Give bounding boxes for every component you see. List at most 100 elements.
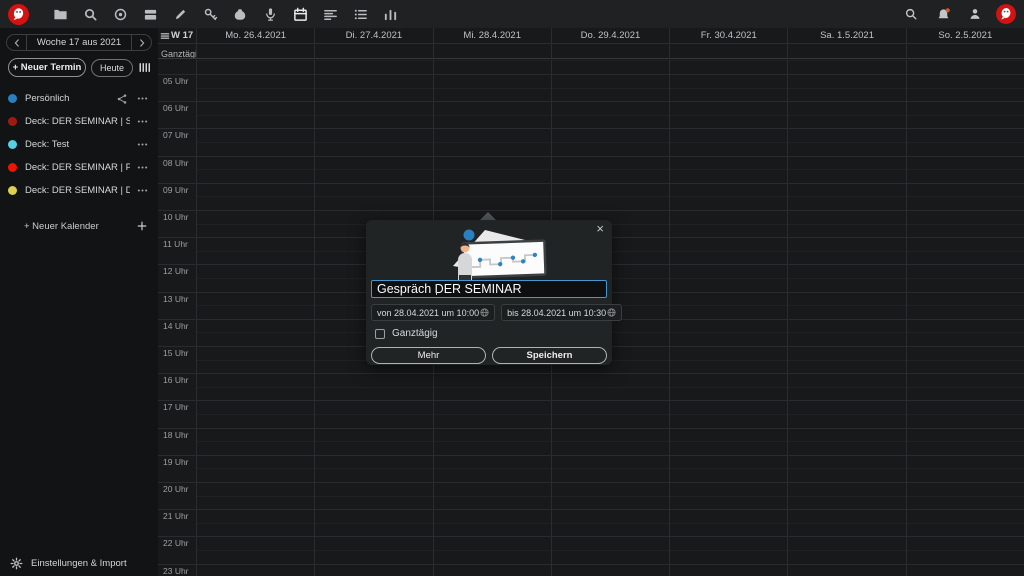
hour-label: 12 Uhr — [163, 266, 189, 276]
more-menu-icon[interactable] — [134, 138, 150, 151]
align-left-icon[interactable] — [315, 0, 345, 28]
save-button[interactable]: Speichern — [492, 347, 607, 364]
allday-cell[interactable] — [314, 44, 432, 58]
microphone-icon[interactable] — [255, 0, 285, 28]
next-week-button[interactable] — [132, 35, 151, 50]
event-title-input[interactable]: Gespräch DER SEMINAR — [371, 280, 607, 298]
calendar-color-dot — [8, 140, 17, 149]
day-header: So. 2.5.2021 — [906, 28, 1024, 43]
app-icons — [45, 0, 405, 28]
end-datetime-field[interactable]: bis 28.04.2021 um 10:30 — [501, 304, 622, 321]
calendar-item-label: Deck: DER SEMINAR | Projekte — [25, 162, 130, 173]
app-logo[interactable] — [8, 4, 29, 25]
hour-label: 10 Uhr — [163, 212, 189, 222]
more-menu-icon[interactable] — [134, 184, 150, 197]
allday-cell[interactable] — [787, 44, 905, 58]
calendar-item[interactable]: Deck: Test — [0, 133, 158, 156]
text-cursor — [436, 284, 437, 295]
day-header: Fr. 30.4.2021 — [669, 28, 787, 43]
hour-label: 07 Uhr — [163, 130, 189, 140]
calendar-item-label: Persönlich — [25, 93, 114, 104]
view-columns-icon[interactable] — [138, 61, 152, 74]
gear-icon — [10, 557, 23, 570]
allday-cell[interactable] — [669, 44, 787, 58]
avatar[interactable] — [996, 4, 1016, 24]
week-label[interactable]: Woche 17 aus 2021 — [26, 35, 132, 50]
bar-chart-icon[interactable] — [375, 0, 405, 28]
search-icon[interactable] — [900, 0, 922, 28]
hour-label: 21 Uhr — [163, 511, 189, 521]
hour-label: 09 Uhr — [163, 185, 189, 195]
calendar-item[interactable]: Deck: DER SEMINAR | Projekte — [0, 156, 158, 179]
calendar-icon[interactable] — [285, 0, 315, 28]
allday-cell[interactable] — [906, 44, 1024, 58]
day-column[interactable] — [787, 60, 905, 576]
hour-label: 22 Uhr — [163, 538, 189, 548]
calendar-list: Persönlich Deck: DER SEMINAR | Stunden Dec… — [0, 87, 158, 202]
more-menu-icon[interactable] — [134, 161, 150, 174]
folder-icon[interactable] — [45, 0, 75, 28]
day-column[interactable] — [669, 60, 787, 576]
pencil-icon[interactable] — [165, 0, 195, 28]
allday-cell[interactable] — [196, 44, 314, 58]
hour-label: 18 Uhr — [163, 430, 189, 440]
allday-cell[interactable] — [433, 44, 551, 58]
new-event-button[interactable]: + Neuer Termin — [8, 58, 86, 77]
allday-row: Ganztägig — [158, 44, 1024, 59]
topbar-right — [900, 0, 1024, 28]
hour-label: 17 Uhr — [163, 402, 189, 412]
allday-row-label: Ganztägig — [158, 49, 196, 58]
hour-label: 11 Uhr — [163, 239, 188, 249]
calendar-color-dot — [8, 117, 17, 126]
allday-cell[interactable] — [551, 44, 669, 58]
day-header: Di. 27.4.2021 — [314, 28, 432, 43]
archive-icon[interactable] — [135, 0, 165, 28]
day-header: Sa. 1.5.2021 — [787, 28, 905, 43]
allday-checkbox-label: Ganztägig — [392, 328, 438, 339]
contacts-icon[interactable] — [964, 0, 986, 28]
day-header: Mo. 26.4.2021 — [196, 28, 314, 43]
calendar-item[interactable]: Deck: DER SEMINAR | Dailys — [0, 179, 158, 202]
settings-import-button[interactable]: Einstellungen & Import — [0, 557, 158, 570]
day-header: Mi. 28.4.2021 — [433, 28, 551, 43]
start-datetime-field[interactable]: von 28.04.2021 um 10:00 — [371, 304, 495, 321]
list-icon[interactable] — [345, 0, 375, 28]
calendar-item[interactable]: Deck: DER SEMINAR | Stunden — [0, 110, 158, 133]
hour-label: 08 Uhr — [163, 158, 189, 168]
timezone-globe-icon[interactable] — [606, 307, 617, 318]
calendar-item[interactable]: Persönlich — [0, 87, 158, 110]
calendar-item-label: Deck: DER SEMINAR | Stunden — [25, 116, 130, 127]
allday-cells — [196, 44, 1024, 58]
menu-icon[interactable] — [160, 31, 170, 41]
plus-icon[interactable] — [136, 220, 150, 232]
more-button[interactable]: Mehr — [371, 347, 486, 364]
today-button[interactable]: Heute — [91, 59, 133, 77]
calendar-item-label: Deck: DER SEMINAR | Dailys — [25, 185, 130, 196]
day-column[interactable] — [196, 60, 314, 576]
day-column[interactable] — [906, 60, 1024, 576]
magnifier-icon[interactable] — [75, 0, 105, 28]
new-calendar-button[interactable]: + Neuer Kalender — [0, 216, 158, 236]
hour-label: 06 Uhr — [163, 103, 189, 113]
share-icon[interactable] — [114, 93, 130, 105]
calendar-color-dot — [8, 163, 17, 172]
more-menu-icon[interactable] — [134, 92, 150, 105]
money-bag-icon[interactable] — [225, 0, 255, 28]
top-bar — [0, 0, 1024, 28]
close-icon[interactable]: × — [596, 222, 604, 236]
sidebar: Woche 17 aus 2021 + Neuer Termin Heute P… — [0, 28, 158, 576]
calendar-color-dot — [8, 186, 17, 195]
notifications-bell-icon[interactable] — [932, 0, 954, 28]
hour-label: 23 Uhr — [163, 566, 189, 576]
prev-week-button[interactable] — [7, 35, 26, 50]
hour-label: 15 Uhr — [163, 348, 189, 358]
hour-label: 05 Uhr — [163, 76, 189, 86]
at-circle-icon[interactable] — [105, 0, 135, 28]
key-icon[interactable] — [195, 0, 225, 28]
more-menu-icon[interactable] — [134, 115, 150, 128]
allday-checkbox[interactable] — [375, 329, 385, 339]
calendar-item-label: Deck: Test — [25, 139, 130, 150]
timezone-globe-icon[interactable] — [479, 307, 490, 318]
settings-label: Einstellungen & Import — [31, 558, 127, 569]
event-title-value: Gespräch DER SEMINAR — [377, 282, 521, 296]
